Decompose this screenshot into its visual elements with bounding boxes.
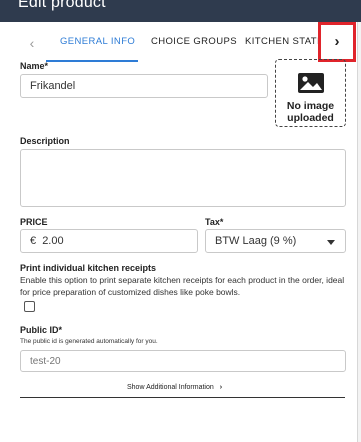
public-id-hint: The public id is generated automatically… — [20, 338, 158, 345]
tab-general-info[interactable]: GENERAL INFO — [60, 36, 135, 47]
image-upload-box[interactable]: No image uploaded — [275, 59, 346, 127]
active-tab-indicator — [46, 60, 138, 62]
dialog-header: Edit product — [0, 0, 361, 22]
price-value: 2.00 — [42, 235, 64, 247]
kitchen-receipts-checkbox[interactable] — [24, 301, 35, 312]
description-textarea[interactable] — [20, 149, 346, 207]
edit-product-panel: ‹ GENERAL INFO CHOICE GROUPS KITCHEN STA… — [0, 22, 358, 442]
tab-choice-groups[interactable]: CHOICE GROUPS — [151, 36, 237, 47]
currency-symbol: € — [30, 235, 37, 247]
name-input[interactable]: Frikandel — [20, 74, 268, 98]
tax-select[interactable]: BTW Laag (9 %) — [205, 229, 346, 253]
chevron-down-icon — [327, 240, 335, 245]
section-divider — [20, 397, 345, 398]
kitchen-receipts-title: Print individual kitchen receipts — [20, 263, 157, 273]
tax-label: Tax* — [205, 217, 224, 227]
tab-prev-icon[interactable]: ‹ — [22, 33, 42, 53]
public-id-label: Public ID* — [20, 325, 63, 335]
tax-value: BTW Laag (9 %) — [215, 235, 297, 247]
show-additional-info-label: Show Additional Information — [127, 384, 214, 391]
tab-kitchen-stations[interactable]: KITCHEN STATIONS — [245, 36, 320, 47]
description-label: Description — [20, 136, 70, 146]
name-value: Frikandel — [30, 80, 76, 92]
dialog-title: Edit product — [18, 0, 106, 11]
kitchen-receipts-description: Enable this option to print separate kit… — [20, 275, 345, 297]
public-id-input[interactable] — [20, 350, 346, 372]
price-input[interactable]: € 2.00 — [20, 229, 198, 253]
price-label: PRICE — [20, 217, 48, 227]
name-label: Name* — [20, 61, 49, 71]
chevron-right-icon: › — [219, 384, 223, 391]
no-image-text: No image uploaded — [286, 100, 335, 124]
tab-next-chevron-right-icon[interactable]: › — [318, 22, 356, 62]
image-icon — [298, 73, 324, 93]
show-additional-info-link[interactable]: Show Additional Information › — [127, 384, 222, 391]
